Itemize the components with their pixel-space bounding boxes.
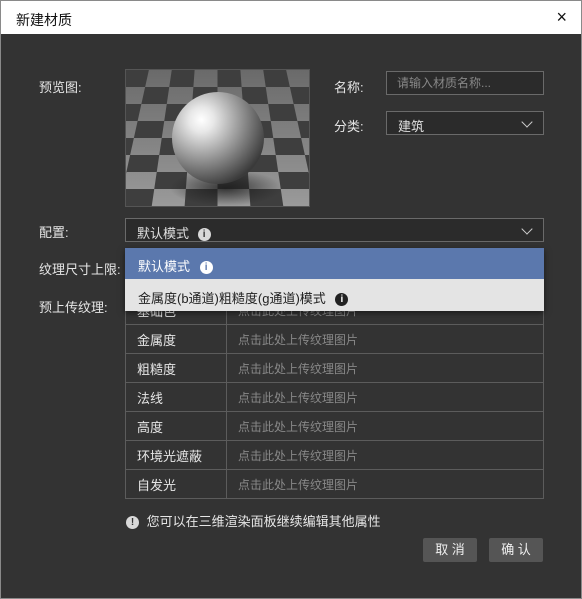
floor-check bbox=[268, 104, 298, 121]
table-row: 自发光 点击此处上传纹理图片 bbox=[125, 469, 544, 499]
texture-upload-cell[interactable]: 点击此处上传纹理图片 bbox=[226, 469, 544, 499]
floor-check bbox=[217, 70, 242, 87]
floor-check bbox=[273, 138, 305, 155]
info-icon: i bbox=[197, 228, 211, 242]
new-material-dialog: 新建材质 × 预览图: 名称: 请输入材质名称... 分类: 建筑 配置: 默认… bbox=[0, 0, 582, 599]
floor-check bbox=[126, 155, 160, 172]
close-icon[interactable]: × bbox=[556, 7, 567, 28]
texture-upload-cell[interactable]: 点击此处上传纹理图片 bbox=[226, 411, 544, 441]
hint-line: ! 您可以在三维渲染面板继续编辑其他属性 bbox=[126, 511, 381, 530]
config-select[interactable]: 默认模式 i bbox=[125, 218, 544, 242]
category-value: 建筑 bbox=[398, 119, 425, 134]
texture-upload-cell[interactable]: 点击此处上传纹理图片 bbox=[226, 440, 544, 470]
texture-table: 基础色点击此处上传纹理图片金属度点击此处上传纹理图片粗糙度点击此处上传纹理图片法… bbox=[125, 295, 544, 499]
texture-name: 法线 bbox=[125, 382, 227, 412]
category-label: 分类: bbox=[334, 119, 364, 134]
config-label: 配置: bbox=[39, 225, 69, 240]
title-bar: 新建材质 × bbox=[1, 1, 581, 34]
chevron-down-icon bbox=[521, 116, 533, 128]
floor-check bbox=[278, 172, 309, 189]
texture-name: 高度 bbox=[125, 411, 227, 441]
table-row: 粗糙度 点击此处上传纹理图片 bbox=[125, 353, 544, 383]
table-row: 法线 点击此处上传纹理图片 bbox=[125, 382, 544, 412]
hint-text: 您可以在三维渲染面板继续编辑其他属性 bbox=[146, 514, 381, 529]
config-value-wrap: 默认模式 i bbox=[137, 223, 211, 242]
dialog-title: 新建材质 bbox=[16, 12, 72, 28]
floor-check bbox=[141, 87, 170, 104]
texture-upload-cell[interactable]: 点击此处上传纹理图片 bbox=[226, 353, 544, 383]
texture-name: 粗糙度 bbox=[125, 353, 227, 383]
config-value: 默认模式 bbox=[137, 226, 190, 241]
name-input[interactable] bbox=[387, 72, 543, 94]
texture-name: 金属度 bbox=[125, 324, 227, 354]
chevron-down-icon bbox=[521, 223, 533, 235]
floor-check bbox=[126, 189, 155, 206]
info-icon: ! bbox=[126, 516, 139, 530]
table-row: 环境光遮蔽 点击此处上传纹理图片 bbox=[125, 440, 544, 470]
name-label: 名称: bbox=[334, 80, 364, 95]
preupload-label: 预上传纹理: bbox=[39, 300, 108, 315]
confirm-button[interactable]: 确 认 bbox=[489, 538, 543, 562]
info-icon: i bbox=[335, 293, 349, 307]
material-preview bbox=[125, 69, 310, 207]
dropdown-option-default[interactable]: 默认模式 i bbox=[125, 248, 544, 279]
cancel-button[interactable]: 取 消 bbox=[423, 538, 477, 562]
floor-check bbox=[169, 70, 195, 87]
option-label: 默认模式 bbox=[138, 259, 191, 274]
preview-sphere-image bbox=[126, 70, 309, 206]
dropdown-option-metal-rough[interactable]: 金属度(b通道)粗糙度(g通道)模式 i bbox=[125, 280, 544, 311]
table-row: 金属度 点击此处上传纹理图片 bbox=[125, 324, 544, 354]
texture-upload-cell[interactable]: 点击此处上传纹理图片 bbox=[226, 324, 544, 354]
preview-label: 预览图: bbox=[39, 80, 82, 95]
category-select[interactable]: 建筑 bbox=[386, 111, 544, 135]
table-row: 高度 点击此处上传纹理图片 bbox=[125, 411, 544, 441]
name-field[interactable] bbox=[386, 71, 544, 95]
floor-check bbox=[133, 121, 165, 138]
floor-check bbox=[126, 70, 149, 87]
config-dropdown-menu: 默认模式 i 金属度(b通道)粗糙度(g通道)模式 i bbox=[125, 248, 544, 311]
texture-name: 环境光遮蔽 bbox=[125, 440, 227, 470]
texture-limit-label: 纹理尺寸上限: bbox=[39, 262, 121, 277]
info-icon: i bbox=[199, 261, 213, 275]
floor-check bbox=[263, 70, 290, 87]
texture-upload-cell[interactable]: 点击此处上传纹理图片 bbox=[226, 382, 544, 412]
texture-name: 自发光 bbox=[125, 469, 227, 499]
option-label: 金属度(b通道)粗糙度(g通道)模式 bbox=[138, 291, 326, 306]
